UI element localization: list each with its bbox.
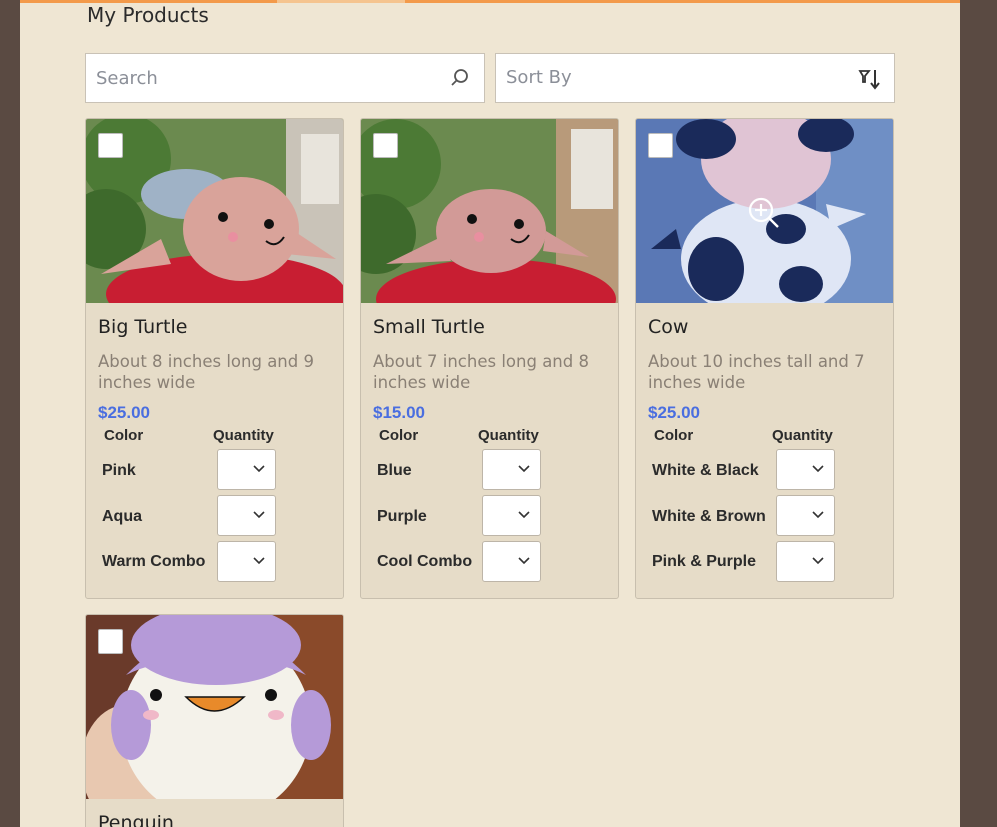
quantity-select[interactable]: [482, 495, 541, 536]
product-name: Cow: [648, 316, 689, 338]
chevron-down-icon: [253, 511, 265, 519]
color-header: Color: [654, 427, 694, 444]
sort-dropdown[interactable]: Sort By: [495, 53, 895, 103]
product-description: About 7 inches long and 8 inches wide: [373, 352, 589, 392]
product-name: Big Turtle: [98, 316, 188, 338]
quantity-select[interactable]: [776, 495, 835, 536]
chevron-down-icon: [812, 465, 824, 473]
product-image[interactable]: [86, 615, 343, 799]
select-checkbox[interactable]: [648, 133, 673, 158]
product-description: About 8 inches long and 9 inches wide: [98, 352, 314, 392]
option-label: Pink & Purple: [652, 553, 757, 570]
search-icon[interactable]: [450, 68, 470, 88]
product-card[interactable]: Cow About 10 inches tall and 7 inches wi…: [635, 118, 894, 599]
product-image[interactable]: [361, 119, 618, 303]
chevron-down-icon: [518, 465, 530, 473]
quantity-header: Quantity: [772, 427, 833, 444]
option-label: Pink: [102, 462, 136, 479]
quantity-select[interactable]: [217, 541, 276, 582]
option-label: White & Black: [652, 462, 759, 479]
select-checkbox[interactable]: [98, 133, 123, 158]
option-label: Warm Combo: [102, 553, 206, 570]
quantity-select[interactable]: [217, 449, 276, 490]
option-label: Blue: [377, 462, 412, 479]
quantity-select[interactable]: [217, 495, 276, 536]
product-image[interactable]: [636, 119, 893, 303]
product-price: $25.00: [98, 403, 150, 422]
sort-icon: [858, 70, 880, 90]
product-card[interactable]: Small Turtle About 7 inches long and 8 i…: [360, 118, 619, 599]
option-label: Cool Combo: [377, 553, 473, 570]
option-label: White & Brown: [652, 508, 766, 525]
search-field[interactable]: [85, 53, 485, 103]
zoom-in-icon[interactable]: [748, 197, 780, 229]
product-price: $25.00: [648, 403, 700, 422]
quantity-select[interactable]: [482, 541, 541, 582]
select-checkbox[interactable]: [373, 133, 398, 158]
quantity-header: Quantity: [213, 427, 274, 444]
chevron-down-icon: [812, 557, 824, 565]
product-image[interactable]: [86, 119, 343, 303]
quantity-select[interactable]: [776, 541, 835, 582]
search-input[interactable]: [86, 54, 426, 102]
sort-label: Sort By: [506, 67, 572, 88]
chevron-down-icon: [812, 511, 824, 519]
select-checkbox[interactable]: [98, 629, 123, 654]
color-header: Color: [104, 427, 144, 444]
product-description: About 10 inches tall and 7 inches wide: [648, 352, 865, 392]
option-label: Purple: [377, 508, 427, 525]
chevron-down-icon: [253, 557, 265, 565]
product-card[interactable]: Penguin: [85, 614, 344, 827]
quantity-header: Quantity: [478, 427, 539, 444]
chevron-down-icon: [518, 511, 530, 519]
product-name: Penguin: [98, 812, 174, 827]
page-title: My Products: [87, 3, 209, 27]
quantity-select[interactable]: [776, 449, 835, 490]
option-label: Aqua: [102, 508, 142, 525]
product-name: Small Turtle: [373, 316, 485, 338]
products-panel: My Products Sort By: [20, 3, 960, 827]
chevron-down-icon: [518, 557, 530, 565]
color-header: Color: [379, 427, 419, 444]
product-card[interactable]: Big Turtle About 8 inches long and 9 inc…: [85, 118, 344, 599]
product-price: $15.00: [373, 403, 425, 422]
chevron-down-icon: [253, 465, 265, 473]
quantity-select[interactable]: [482, 449, 541, 490]
